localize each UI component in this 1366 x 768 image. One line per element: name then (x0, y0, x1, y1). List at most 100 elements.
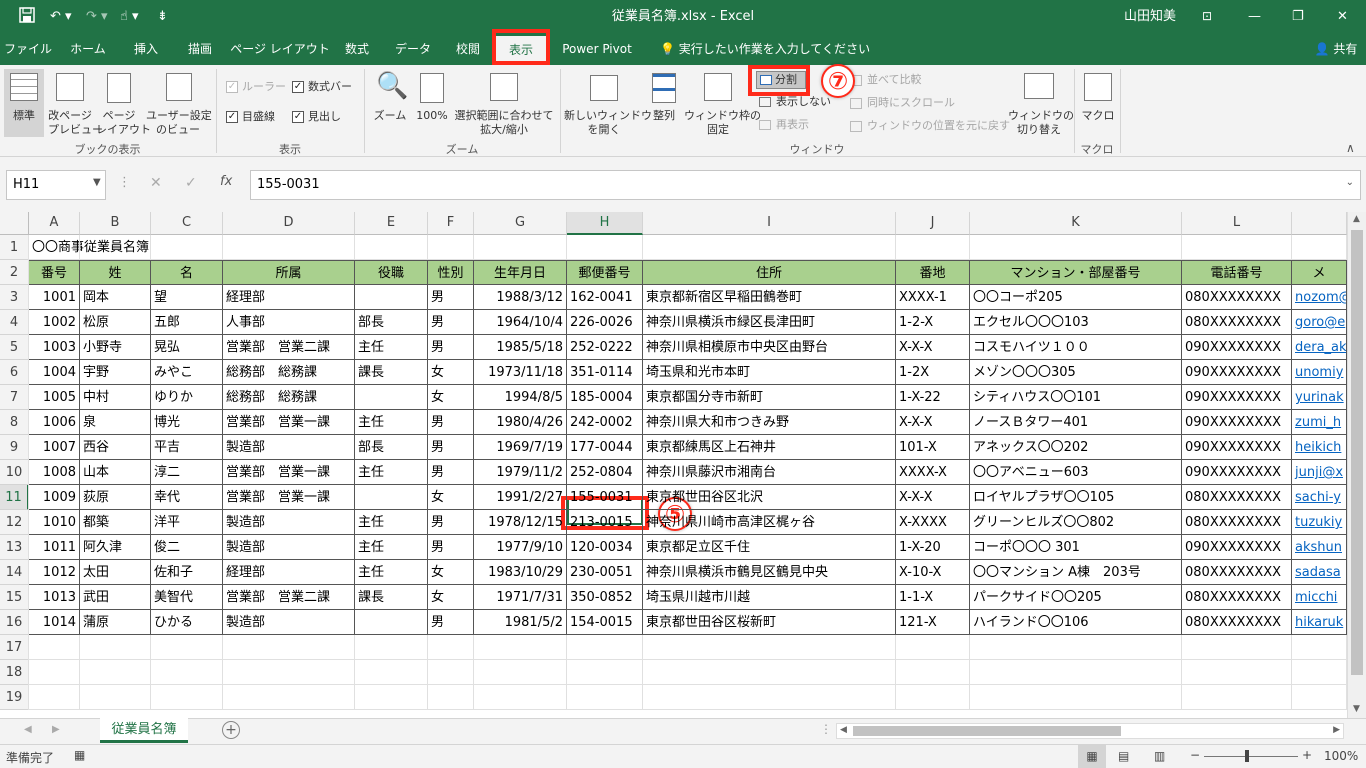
scroll-up-icon[interactable]: ▲ (1353, 214, 1360, 224)
table-cell[interactable]: 女 (428, 485, 474, 510)
table-cell[interactable]: 1014 (29, 610, 80, 635)
row-header-9[interactable]: 9 (0, 435, 29, 460)
table-cell[interactable]: 総務部 総務課 (223, 385, 355, 410)
row-header-19[interactable]: 19 (0, 685, 29, 710)
table-cell[interactable]: heikich (1292, 435, 1347, 460)
table-cell[interactable]: 1007 (29, 435, 80, 460)
tab-insert[interactable]: 挿入 (118, 33, 174, 65)
table-cell[interactable]: コーポ〇〇〇 301 (970, 535, 1182, 560)
save-icon[interactable] (18, 6, 38, 26)
header-cell[interactable]: 姓 (80, 260, 151, 285)
collapse-ribbon-icon[interactable]: ∧ (1346, 141, 1355, 155)
table-cell[interactable]: コスモハイツ１００ (970, 335, 1182, 360)
table-cell[interactable]: 女 (428, 585, 474, 610)
normal-view-button[interactable]: 標準 (4, 69, 44, 137)
freeze-panes-button[interactable]: ウィンドウ枠の 固定 (684, 69, 761, 137)
table-cell[interactable]: 埼玉県和光市本町 (643, 360, 896, 385)
table-cell[interactable]: 351-0114 (567, 360, 643, 385)
table-cell[interactable]: 〇〇アベニュー603 (970, 460, 1182, 485)
table-cell[interactable]: 080XXXXXXXX (1182, 310, 1292, 335)
table-cell[interactable]: 東京都世田谷区桜新町 (643, 610, 896, 635)
table-cell[interactable]: 1-2X (896, 360, 970, 385)
page-break-preview-button[interactable]: 改ページ プレビュー (48, 69, 103, 137)
table-cell[interactable]: 東京都足立区千住 (643, 535, 896, 560)
table-cell[interactable]: 080XXXXXXXX (1182, 585, 1292, 610)
table-cell[interactable]: 製造部 (223, 535, 355, 560)
table-cell[interactable]: 120-0034 (567, 535, 643, 560)
sheet-next-icon[interactable]: ▶ (52, 724, 60, 735)
header-cell[interactable]: メ (1292, 260, 1347, 285)
table-cell[interactable]: XXXX-X (896, 460, 970, 485)
table-cell[interactable]: 男 (428, 310, 474, 335)
table-cell[interactable]: アネックス〇〇202 (970, 435, 1182, 460)
table-cell[interactable]: ロイヤルプラザ〇〇105 (970, 485, 1182, 510)
table-cell[interactable]: 岡本 (80, 285, 151, 310)
table-cell[interactable]: 177-0044 (567, 435, 643, 460)
vertical-scrollbar[interactable]: ▲ ▼ (1347, 212, 1366, 718)
table-cell[interactable]: 1004 (29, 360, 80, 385)
table-cell[interactable]: 女 (428, 560, 474, 585)
table-cell[interactable]: 美智代 (151, 585, 223, 610)
table-cell[interactable]: 080XXXXXXXX (1182, 510, 1292, 535)
table-cell[interactable]: 090XXXXXXXX (1182, 335, 1292, 360)
table-cell[interactable]: 1005 (29, 385, 80, 410)
table-cell[interactable]: 1001 (29, 285, 80, 310)
ribbon-options-icon[interactable]: ⊡ (1202, 0, 1212, 33)
column-header-l[interactable]: L (1182, 212, 1292, 235)
table-cell[interactable]: 1991/2/27 (474, 485, 567, 510)
table-cell[interactable]: XXXX-1 (896, 285, 970, 310)
table-cell[interactable]: 営業部 営業二課 (223, 335, 355, 360)
table-cell[interactable]: 1006 (29, 410, 80, 435)
table-cell[interactable]: 1-X-20 (896, 535, 970, 560)
header-cell[interactable]: 住所 (643, 260, 896, 285)
table-cell[interactable]: akshun (1292, 535, 1347, 560)
table-cell[interactable]: 人事部 (223, 310, 355, 335)
table-cell[interactable]: 213-0015 (567, 510, 643, 535)
table-cell[interactable]: X-XXXX (896, 510, 970, 535)
table-cell[interactable]: 営業部 営業一課 (223, 460, 355, 485)
table-cell[interactable]: 課長 (355, 585, 428, 610)
table-cell[interactable]: 男 (428, 410, 474, 435)
row-header-17[interactable]: 17 (0, 635, 29, 660)
unhide-window-button[interactable]: 再表示 (756, 117, 836, 133)
column-header-e[interactable]: E (355, 212, 428, 235)
scroll-right-icon[interactable]: ▶ (1333, 725, 1340, 735)
page-layout-view-icon[interactable]: ▤ (1118, 749, 1129, 763)
table-cell[interactable]: 主任 (355, 560, 428, 585)
table-cell[interactable]: 俊二 (151, 535, 223, 560)
table-cell[interactable]: 350-0852 (567, 585, 643, 610)
table-cell[interactable]: goro@e (1292, 310, 1347, 335)
tab-home[interactable]: ホーム (60, 33, 116, 65)
table-cell[interactable]: 155-0031 (567, 485, 643, 510)
table-cell[interactable]: 1994/8/5 (474, 385, 567, 410)
table-cell[interactable]: 1003 (29, 335, 80, 360)
table-cell[interactable]: 男 (428, 435, 474, 460)
header-cell[interactable]: 所属 (223, 260, 355, 285)
table-cell[interactable]: 小野寺 (80, 335, 151, 360)
table-cell[interactable]: 1-1-X (896, 585, 970, 610)
table-cell[interactable]: 淳二 (151, 460, 223, 485)
column-header-d[interactable]: D (223, 212, 355, 235)
table-cell[interactable]: 神奈川県横浜市鶴見区鶴見中央 (643, 560, 896, 585)
table-cell[interactable]: 武田 (80, 585, 151, 610)
table-cell[interactable]: 洋平 (151, 510, 223, 535)
table-cell[interactable]: 平吉 (151, 435, 223, 460)
table-cell[interactable]: 1008 (29, 460, 80, 485)
table-cell[interactable]: 女 (428, 385, 474, 410)
table-cell[interactable]: 090XXXXXXXX (1182, 460, 1292, 485)
table-cell[interactable]: 主任 (355, 335, 428, 360)
table-cell[interactable]: sadasa (1292, 560, 1347, 585)
sheet-prev-icon[interactable]: ◀ (24, 724, 32, 735)
header-cell[interactable]: 性別 (428, 260, 474, 285)
table-cell[interactable]: 1981/5/2 (474, 610, 567, 635)
table-cell[interactable]: 部長 (355, 310, 428, 335)
table-cell[interactable]: 男 (428, 460, 474, 485)
zoom-slider-thumb[interactable] (1245, 750, 1249, 762)
table-cell[interactable]: 1983/10/29 (474, 560, 567, 585)
zoom-in-icon[interactable]: + (1302, 748, 1312, 762)
table-cell[interactable]: 営業部 営業一課 (223, 485, 355, 510)
table-cell[interactable]: nozom@ (1292, 285, 1347, 310)
column-header-i[interactable]: I (643, 212, 896, 235)
insert-function-icon[interactable]: fx (220, 174, 232, 189)
table-cell[interactable] (355, 285, 428, 310)
